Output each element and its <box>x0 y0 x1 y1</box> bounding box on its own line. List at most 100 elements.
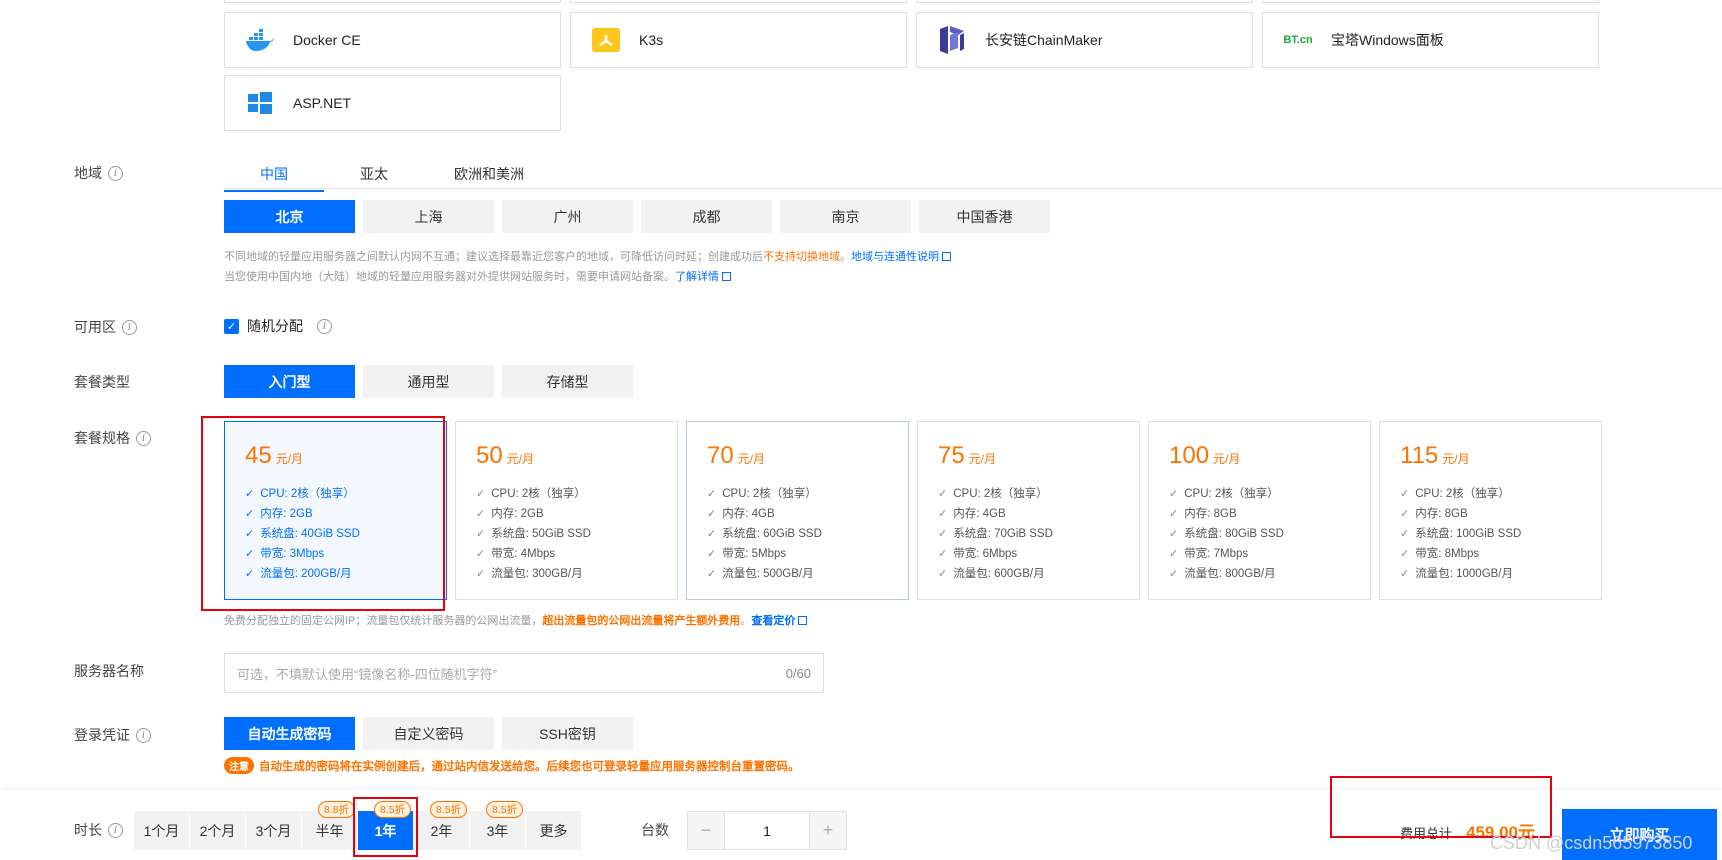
plan-spec-item: ✓ 带宽: 6Mbps <box>938 544 1119 564</box>
image-card-chainmaker[interactable]: 长安链ChainMaker <box>916 12 1253 68</box>
duration-more[interactable]: 更多 <box>526 811 581 850</box>
info-icon[interactable]: i <box>108 822 123 838</box>
check-icon: ✓ <box>707 488 717 500</box>
image-row-cut <box>224 0 1599 3</box>
tab-china[interactable]: 中国 <box>224 158 324 192</box>
discount-badge-half-year: 8.8折 <box>318 801 356 818</box>
info-icon[interactable]: i <box>122 319 137 335</box>
quantity-label: 台数 <box>641 822 669 838</box>
package-type-general[interactable]: 通用型 <box>363 365 494 398</box>
plan-card[interactable]: 70 元/月 ✓ CPU: 2核（独享） ✓ 内存: 4GB ✓ 系统盘: 60GiB SSD… <box>686 421 909 600</box>
login-auto-password[interactable]: 自动生成密码 <box>224 717 355 750</box>
plan-spec-item: ✓ 系统盘: 100GiB SSD <box>1400 524 1581 544</box>
plan-specs: ✓ CPU: 2核（独享） ✓ 内存: 4GB ✓ 系统盘: 60GiB SSD ✓ 带宽: … <box>707 484 888 584</box>
plan-spec-item: ✓ 系统盘: 80GiB SSD <box>1169 524 1350 544</box>
plan-spec-item: ✓ 流量包: 600GB/月 <box>938 564 1119 584</box>
check-icon: ✓ <box>938 568 948 580</box>
tab-asia-pacific[interactable]: 亚太 <box>324 158 424 192</box>
plan-specs: ✓ CPU: 2核（独享） ✓ 内存: 4GB ✓ 系统盘: 70GiB SSD ✓ 带宽: … <box>938 484 1119 584</box>
image-card-aspnet[interactable]: ASP.NET <box>224 75 561 131</box>
check-icon: ✓ <box>938 528 948 540</box>
view-pricing-link[interactable]: 查看定价 <box>751 615 795 627</box>
plan-card[interactable]: 100 元/月 ✓ CPU: 2核（独享） ✓ 内存: 8GB ✓ 系统盘: 80GiB SS… <box>1148 421 1371 600</box>
purchase-page: Docker CE K3s 长安链ChainMaker BT.cn 宝塔Wind… <box>0 0 1722 860</box>
plan-spec-item: ✓ CPU: 2核（独享） <box>938 484 1119 504</box>
info-icon[interactable]: i <box>317 318 332 334</box>
check-icon: ✓ <box>938 508 948 520</box>
image-card-k3s[interactable]: K3s <box>570 12 907 68</box>
check-icon: ✓ <box>1400 568 1410 580</box>
plan-spec-item: ✓ CPU: 2核（独享） <box>476 484 657 504</box>
plan-price: 70 元/月 <box>707 442 766 469</box>
login-notice: 注意 自动生成的密码将在实例创建后，通过站内信发送给您。后续您也可登录轻量应用服… <box>224 757 800 774</box>
check-icon: ✓ <box>1400 508 1410 520</box>
zone-random-option[interactable]: ✓ 随机分配 i <box>224 316 332 336</box>
image-card-label: K3s <box>639 32 664 48</box>
plan-card[interactable]: 50 元/月 ✓ CPU: 2核（独享） ✓ 内存: 2GB ✓ 系统盘: 50GiB SSD… <box>455 421 678 600</box>
plan-spec-item: ✓ 内存: 8GB <box>1400 504 1581 524</box>
plan-card[interactable]: 75 元/月 ✓ CPU: 2核（独享） ✓ 内存: 4GB ✓ 系统盘: 70GiB SSD… <box>917 421 1140 600</box>
plan-spec-item: ✓ 带宽: 7Mbps <box>1169 544 1350 564</box>
check-icon: ✓ <box>1169 568 1179 580</box>
plan-price: 100 元/月 <box>1169 442 1241 469</box>
discount-badge-3-years: 8.5折 <box>486 801 524 818</box>
quantity-input[interactable]: 1 <box>724 812 810 849</box>
duration-1-month[interactable]: 1个月 <box>134 811 189 850</box>
image-card-label: 长安链ChainMaker <box>985 32 1103 48</box>
info-icon[interactable]: i <box>136 430 151 446</box>
info-icon[interactable]: i <box>136 727 151 743</box>
login-ssh-key[interactable]: SSH密钥 <box>502 717 633 750</box>
city-shanghai[interactable]: 上海 <box>363 200 494 233</box>
plan-price: 75 元/月 <box>938 442 997 469</box>
city-beijing[interactable]: 北京 <box>224 200 355 233</box>
city-hongkong[interactable]: 中国香港 <box>919 200 1050 233</box>
check-icon: ✓ <box>476 508 486 520</box>
package-type-starter[interactable]: 入门型 <box>224 365 355 398</box>
region-note-2: 当您使用中国内地（大陆）地域的轻量应用服务器对外提供网站服务时，需要申请网站备案… <box>224 268 731 284</box>
plan-price: 115 元/月 <box>1400 442 1470 469</box>
highlight-box-total <box>1330 776 1552 838</box>
plan-spec-item: ✓ 流量包: 300GB/月 <box>476 564 657 584</box>
package-spec-label: 套餐规格 i <box>74 428 151 448</box>
image-card-label: Docker CE <box>293 32 361 48</box>
region-connectivity-link[interactable]: 地域与连通性说明 <box>851 251 939 263</box>
tab-divider <box>224 188 1722 189</box>
info-icon[interactable]: i <box>108 165 123 181</box>
plan-spec-item: ✓ 系统盘: 70GiB SSD <box>938 524 1119 544</box>
server-name-input[interactable]: 可选，不填默认使用“镜像名称-四位随机字符” 0/60 <box>224 653 824 693</box>
duration-2-months[interactable]: 2个月 <box>190 811 245 850</box>
quantity-plus-button[interactable]: + <box>810 812 846 849</box>
plan-spec-item: ✓ 内存: 4GB <box>707 504 888 524</box>
check-icon: ✓ <box>938 488 948 500</box>
plan-spec-item: ✓ 系统盘: 60GiB SSD <box>707 524 888 544</box>
city-chengdu[interactable]: 成都 <box>641 200 772 233</box>
plan-spec-item: ✓ 流量包: 1000GB/月 <box>1400 564 1581 584</box>
plan-specs: ✓ CPU: 2核（独享） ✓ 内存: 8GB ✓ 系统盘: 100GiB SSD ✓ 带宽:… <box>1400 484 1581 584</box>
checkbox-checked-icon[interactable]: ✓ <box>224 318 239 334</box>
discount-badge-2-years: 8.5折 <box>430 801 468 818</box>
check-icon: ✓ <box>707 508 717 520</box>
quantity-minus-button[interactable]: − <box>688 812 724 849</box>
login-custom-password[interactable]: 自定义密码 <box>363 717 494 750</box>
image-card-bt-panel[interactable]: BT.cn 宝塔Windows面板 <box>1262 12 1599 68</box>
city-guangzhou[interactable]: 广州 <box>502 200 633 233</box>
check-icon: ✓ <box>707 528 717 540</box>
check-icon: ✓ <box>1169 528 1179 540</box>
plan-card[interactable]: 115 元/月 ✓ CPU: 2核（独享） ✓ 内存: 8GB ✓ 系统盘: 100GiB S… <box>1379 421 1602 600</box>
learn-more-link[interactable]: 了解详情 <box>675 271 719 283</box>
tab-europe-americas[interactable]: 欧洲和美洲 <box>424 158 554 192</box>
plan-spec-item: ✓ 内存: 2GB <box>476 504 657 524</box>
check-icon: ✓ <box>476 488 486 500</box>
image-card-label: ASP.NET <box>293 95 352 111</box>
plan-specs: ✓ CPU: 2核（独享） ✓ 内存: 2GB ✓ 系统盘: 50GiB SSD ✓ 带宽: … <box>476 484 657 584</box>
city-nanjing[interactable]: 南京 <box>780 200 911 233</box>
check-icon: ✓ <box>1169 508 1179 520</box>
windows-icon <box>245 88 275 118</box>
check-icon: ✓ <box>1400 488 1410 500</box>
package-type-storage[interactable]: 存储型 <box>502 365 633 398</box>
duration-3-months[interactable]: 3个月 <box>246 811 301 850</box>
zone-label: 可用区 i <box>74 317 137 337</box>
image-card-docker[interactable]: Docker CE <box>224 12 561 68</box>
check-icon: ✓ <box>1400 548 1410 560</box>
region-label: 地域 i <box>74 163 123 183</box>
